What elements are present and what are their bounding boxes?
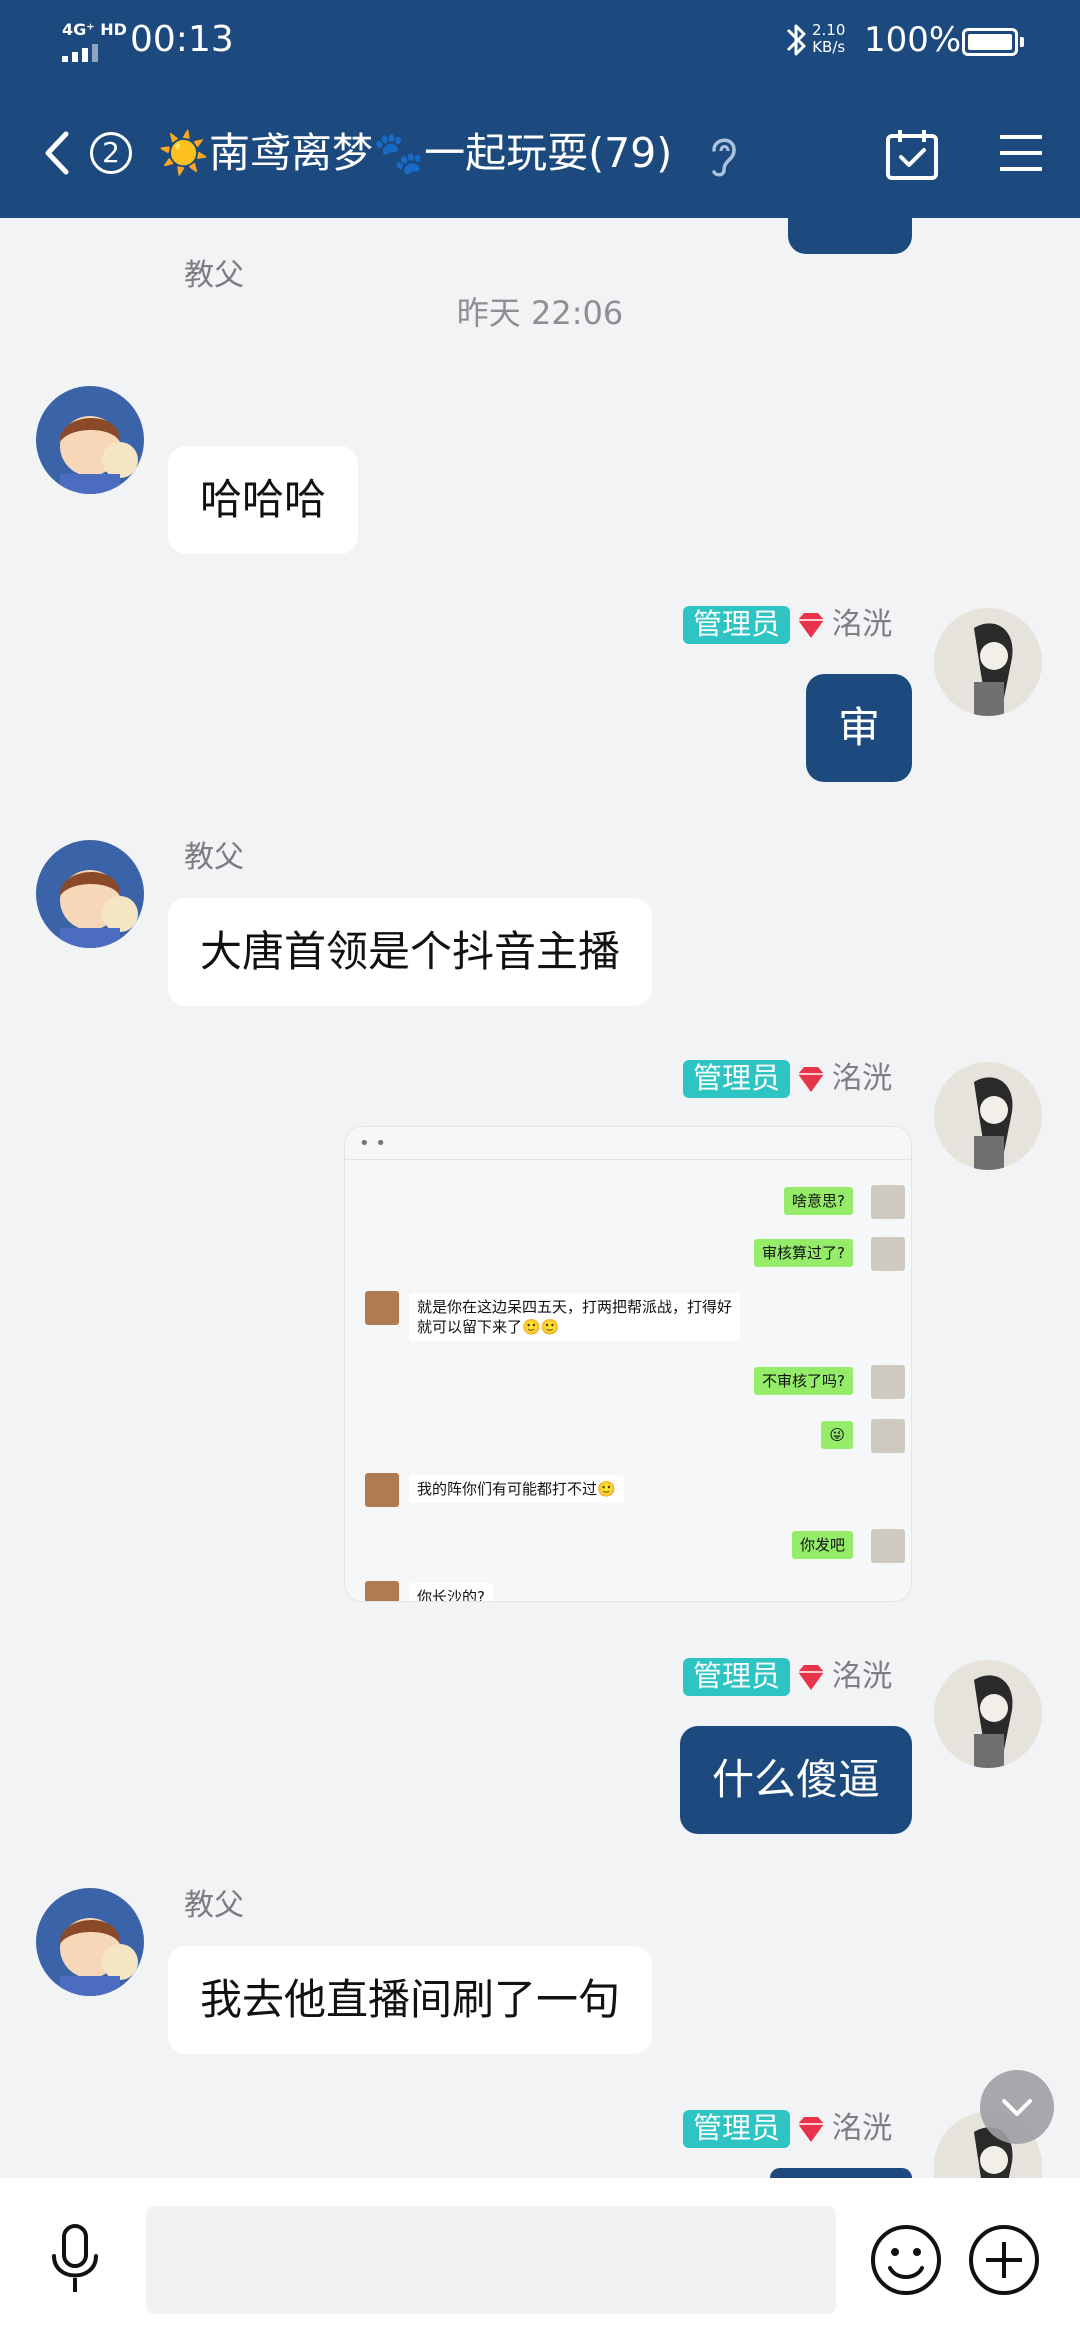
gem-icon <box>798 613 824 638</box>
gem-icon <box>798 1665 824 1690</box>
menu-icon[interactable] <box>996 128 1046 178</box>
emoji-icon[interactable] <box>868 2222 944 2298</box>
battery-percent: 100% <box>864 20 962 60</box>
group-title[interactable]: ☀️南鸢离梦🐾一起玩耍(79) <box>158 124 672 182</box>
status-bar: 4G⁺ HD 00:13 2.10 KB/s 100% <box>0 0 1080 85</box>
message-list[interactable]: 昨天 22:06 教父 哈哈哈 管理员 洺洸 审 教父 大唐首领是个抖音主播 管… <box>0 208 1080 2178</box>
admin-badge: 管理员 <box>682 1658 790 1696</box>
network-speed: 2.10 KB/s <box>812 22 845 56</box>
speed-value: 2.10 <box>812 21 846 39</box>
image-chat-text: 就是你在这边呆四五天，打两把帮派战，打得好 <box>417 1298 733 1316</box>
sender-name: 洺洸 <box>832 1061 892 1096</box>
nav-bar: 2 ☀️南鸢离梦🐾一起玩耍(79) <box>0 110 1080 196</box>
image-avatar <box>871 1365 905 1399</box>
chevron-down-icon <box>1002 2099 1032 2116</box>
image-chat-text: 就可以留下来了🙂🙂 <box>417 1318 560 1336</box>
image-avatar <box>365 1473 399 1507</box>
image-chat-line: 审核算过了? <box>754 1239 853 1267</box>
sender-line: 管理员 洺洸 <box>682 606 892 644</box>
image-chat-line: 啥意思? <box>784 1187 853 1215</box>
image-chat-line: 😜 <box>821 1421 853 1449</box>
image-avatar <box>365 1581 399 1601</box>
message-bubble[interactable]: 大唐首领是个抖音主播 <box>168 898 653 1006</box>
gem-icon <box>798 1067 824 1092</box>
sender-name: 洺洸 <box>832 2111 892 2146</box>
image-chat-line: 不审核了吗? <box>754 1367 853 1395</box>
sender-line: 管理员 洺洸 <box>682 1658 892 1696</box>
sender-name: 教父 <box>184 258 244 293</box>
scroll-to-bottom-button[interactable] <box>980 2070 1054 2144</box>
sender-line: 管理员 洺洸 <box>682 1060 892 1098</box>
previous-message-bubble[interactable] <box>788 208 912 254</box>
image-divider <box>345 1159 911 1160</box>
gem-icon <box>798 2117 824 2142</box>
avatar[interactable] <box>36 386 144 494</box>
plus-icon[interactable] <box>966 2222 1042 2298</box>
sender-name: 教父 <box>184 1888 244 1923</box>
image-chat-line: 我的阵你们有可能都打不过🙂 <box>409 1475 624 1503</box>
header: 4G⁺ HD 00:13 2.10 KB/s 100% 2 ☀️南鸢离梦🐾一起玩… <box>0 0 1080 218</box>
avatar[interactable] <box>934 608 1042 716</box>
message-bubble[interactable]: 我去他直播间刷了一句 <box>168 1946 653 2054</box>
chat-screen: 4G⁺ HD 00:13 2.10 KB/s 100% 2 ☀️南鸢离梦🐾一起玩… <box>0 0 1080 2340</box>
battery-fill <box>968 34 1012 50</box>
image-message[interactable]: • • 啥意思? 审核算过了? 就是你在这边呆四五天，打两把帮派战，打得好 就可… <box>344 1126 912 1602</box>
message-bubble[interactable] <box>770 2168 912 2178</box>
back-arrow-icon[interactable] <box>40 128 74 178</box>
avatar[interactable] <box>36 1888 144 1996</box>
calendar-check-icon[interactable] <box>884 126 940 182</box>
clock: 00:13 <box>130 19 234 60</box>
image-avatar <box>871 1237 905 1271</box>
input-bar <box>0 2178 1080 2340</box>
speed-unit: KB/s <box>812 38 846 56</box>
admin-badge: 管理员 <box>682 1060 790 1098</box>
sender-name: 教父 <box>184 840 244 875</box>
image-chat-line: 就是你在这边呆四五天，打两把帮派战，打得好 就可以留下来了🙂🙂 <box>409 1293 741 1341</box>
admin-badge: 管理员 <box>682 2110 790 2148</box>
signal-icon <box>62 44 98 62</box>
message-bubble[interactable]: 什么傻逼 <box>679 1726 912 1834</box>
microphone-icon[interactable] <box>44 2222 106 2296</box>
sender-name: 洺洸 <box>832 607 892 642</box>
avatar[interactable] <box>934 1062 1042 1170</box>
image-avatar <box>871 1419 905 1453</box>
sender-name: 洺洸 <box>832 1659 892 1694</box>
battery-icon <box>962 28 1024 56</box>
admin-badge: 管理员 <box>682 606 790 644</box>
message-bubble[interactable]: 哈哈哈 <box>168 446 359 554</box>
image-avatar <box>871 1529 905 1563</box>
unread-count-badge[interactable]: 2 <box>90 132 132 174</box>
image-header-dots: • • <box>359 1133 386 1154</box>
sender-line: 管理员 洺洸 <box>682 2110 892 2148</box>
message-timestamp: 昨天 22:06 <box>456 294 624 332</box>
avatar[interactable] <box>36 840 144 948</box>
network-type: 4G⁺ HD <box>62 20 127 39</box>
image-avatar <box>871 1185 905 1219</box>
avatar[interactable] <box>934 1660 1042 1768</box>
image-chat-line: 你长沙的? <box>409 1583 493 1601</box>
message-input[interactable] <box>146 2206 836 2314</box>
message-bubble[interactable]: 审 <box>805 674 912 782</box>
image-avatar <box>365 1291 399 1325</box>
bluetooth-icon <box>786 24 806 56</box>
ear-icon[interactable] <box>706 132 740 180</box>
image-chat-line: 你发吧 <box>791 1531 853 1559</box>
